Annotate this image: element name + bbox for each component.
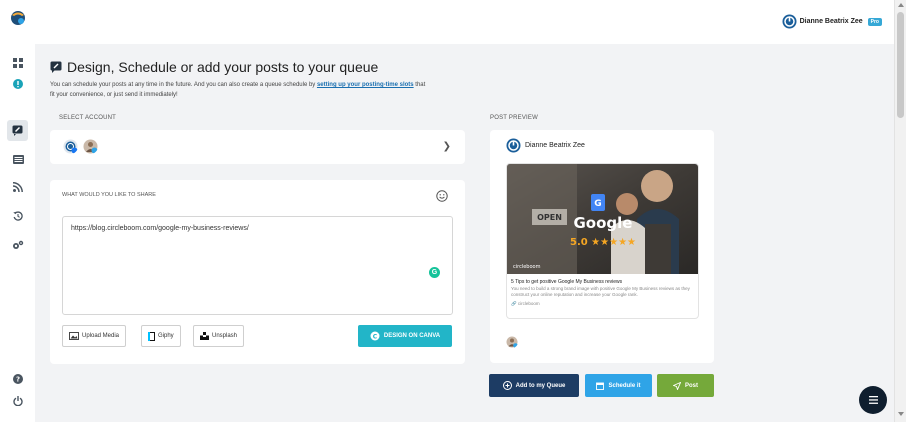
post-button[interactable]: Post — [657, 374, 714, 397]
unsplash-label: Unsplash — [212, 333, 238, 339]
floating-menu-button[interactable] — [859, 386, 887, 414]
link-icon: 🔗 — [511, 301, 517, 306]
help-icon[interactable]: ? — [9, 370, 27, 388]
account-avatar-icon[interactable] — [63, 139, 78, 154]
grammarly-icon[interactable]: G — [429, 267, 440, 278]
add-to-queue-label: Add to my Queue — [515, 382, 566, 389]
rss-icon[interactable] — [9, 178, 27, 196]
preview-avatar-icon — [506, 138, 521, 153]
preview-account-avatar — [506, 336, 518, 348]
user-name: Dianne Beatrix Zee — [799, 18, 863, 25]
open-sign-text: OPEN — [537, 213, 562, 222]
preview-header: Dianne Beatrix Zee — [506, 138, 585, 153]
post-textarea[interactable]: https://blog.circleboom.com/google-my-bu… — [62, 216, 453, 315]
scroll-down-arrow-icon[interactable] — [898, 412, 904, 416]
scroll-thumb[interactable] — [897, 12, 904, 118]
account-selector[interactable]: ❯ — [50, 130, 465, 164]
add-to-queue-button[interactable]: Add to my Queue — [489, 374, 579, 397]
post-preview-label: POST PREVIEW — [490, 115, 538, 121]
image-icon — [69, 332, 79, 340]
svg-text:?: ? — [16, 376, 20, 384]
compose-label: WHAT WOULD YOU LIKE TO SHARE — [62, 192, 156, 198]
upload-media-label: Upload Media — [82, 333, 120, 339]
intro-text: You can schedule your posts at any time … — [50, 81, 430, 100]
rating-text: 5.0 ★★★★★ — [570, 237, 636, 248]
info-icon[interactable] — [9, 75, 27, 93]
calendar-icon — [596, 382, 605, 390]
link-preview[interactable]: OPEN G Google 5.0 ★★★★★ circleboom 5 Tip… — [506, 163, 699, 319]
post-label: Post — [684, 382, 698, 389]
compose-icon[interactable] — [7, 120, 28, 141]
watermark-text: circleboom — [513, 264, 541, 270]
scroll-up-arrow-icon[interactable] — [898, 3, 904, 7]
link-title: 5 Tips to get positive Google My Busines… — [511, 279, 623, 285]
link-domain: 🔗 circleboom — [511, 301, 696, 307]
intro-pre: You can schedule your posts at any time … — [50, 82, 317, 88]
hamburger-menu-icon — [868, 396, 878, 404]
upload-media-button[interactable]: Upload Media — [62, 325, 127, 347]
user-menu[interactable]: Dianne Beatrix Zee Pro — [782, 14, 882, 29]
page-title: Design, Schedule or add your posts to yo… — [50, 59, 378, 75]
dashboard-icon[interactable] — [9, 54, 27, 72]
pro-badge: Pro — [867, 17, 882, 26]
giphy-icon — [148, 331, 155, 341]
sidebar: ? — [0, 0, 35, 422]
power-icon[interactable] — [9, 392, 27, 410]
compose-card: WHAT WOULD YOU LIKE TO SHARE https://blo… — [50, 180, 465, 364]
post-preview-card: Dianne Beatrix Zee OPEN G Google 5.0 ★★★… — [490, 130, 714, 363]
compose-icon — [50, 61, 62, 73]
page-scrollbar[interactable] — [894, 0, 906, 422]
posting-time-slots-link[interactable]: setting up your posting-time slots — [317, 82, 414, 88]
history-icon[interactable] — [9, 207, 27, 225]
chevron-right-icon[interactable]: ❯ — [443, 141, 451, 152]
queue-icon — [502, 381, 512, 390]
page-title-text: Design, Schedule or add your posts to yo… — [67, 59, 379, 75]
link-domain-text: circleboom — [517, 301, 540, 306]
unsplash-icon — [200, 332, 209, 340]
link-description: You need to build a strong brand image w… — [511, 286, 690, 297]
send-icon — [672, 381, 681, 390]
schedule-label: Schedule it — [608, 382, 641, 389]
queue-list-icon[interactable] — [9, 150, 27, 168]
account-avatar-photo[interactable] — [83, 139, 98, 154]
preview-user-name: Dianne Beatrix Zee — [525, 142, 585, 149]
schedule-button[interactable]: Schedule it — [585, 374, 652, 397]
svg-text:G: G — [594, 199, 601, 209]
settings-gears-icon[interactable] — [9, 236, 27, 254]
link-preview-text: 5 Tips to get positive Google My Busines… — [511, 279, 696, 307]
design-on-canva-button[interactable]: C DESIGN ON CANVA — [358, 325, 452, 347]
giphy-button[interactable]: Giphy — [141, 325, 181, 347]
post-text: https://blog.circleboom.com/google-my-bu… — [71, 225, 249, 232]
select-account-label: SELECT ACCOUNT — [59, 115, 117, 121]
canva-icon: C — [370, 331, 380, 341]
canva-label: DESIGN ON CANVA — [383, 333, 441, 339]
giphy-label: Giphy — [158, 333, 174, 339]
user-avatar-icon — [782, 14, 797, 29]
google-brand-text: Google — [574, 214, 633, 232]
link-preview-image: OPEN G Google 5.0 ★★★★★ circleboom — [507, 164, 698, 274]
unsplash-button[interactable]: Unsplash — [193, 325, 245, 347]
svg-text:C: C — [373, 333, 378, 340]
app-logo-icon[interactable] — [9, 9, 27, 27]
top-bar: Dianne Beatrix Zee Pro — [35, 0, 894, 44]
emoji-icon[interactable] — [436, 189, 448, 207]
